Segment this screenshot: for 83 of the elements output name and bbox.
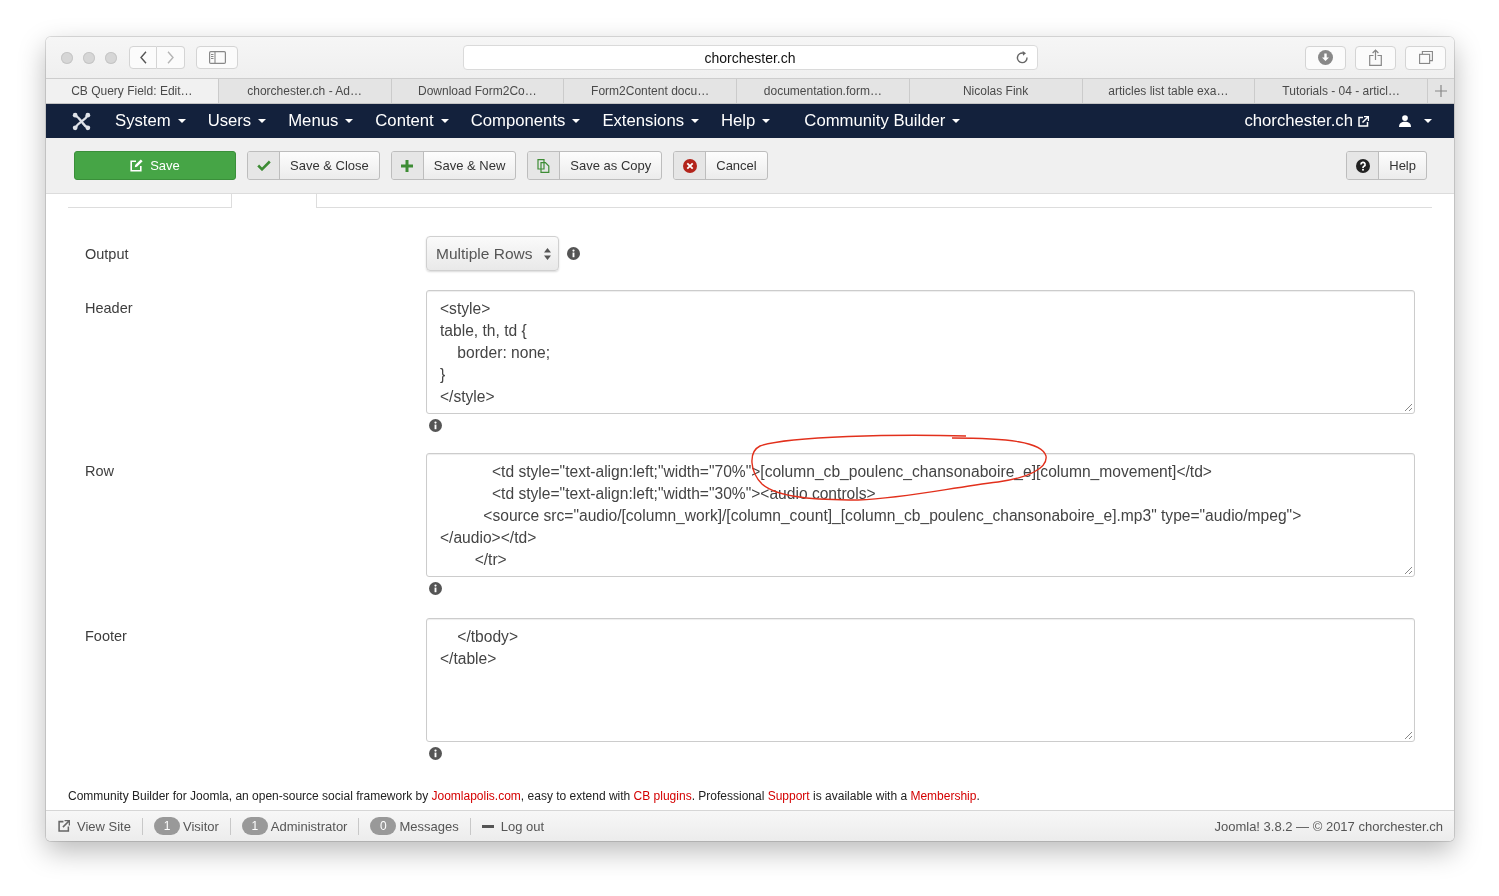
menu-item[interactable]: System — [104, 104, 197, 138]
edit-icon — [130, 159, 144, 172]
browser-tab[interactable]: articles list table exa… — [1082, 79, 1256, 103]
help-icon — [1355, 158, 1370, 173]
count-badge: 0 — [370, 817, 397, 835]
info-icon[interactable] — [429, 419, 442, 432]
caret-icon — [572, 119, 581, 123]
overlapping-squares-icon — [1418, 51, 1433, 64]
caret-icon — [952, 119, 961, 123]
menu-item[interactable]: Help — [710, 104, 782, 138]
version-text: Joomla! 3.8.2 — © 2017 chorchester.ch — [1214, 818, 1443, 834]
sidebar-icon — [208, 51, 226, 64]
external-link-icon — [1358, 115, 1369, 127]
field-label: Output — [84, 245, 130, 262]
field-label: Row — [84, 462, 115, 481]
dropdown-select[interactable]: Multiple Rows — [426, 236, 559, 271]
save-copy-button[interactable]: Save as Copy — [527, 151, 663, 180]
save-close-button[interactable]: Save & Close — [247, 151, 380, 180]
credits-text: Community Builder for Joomla, an open-source social framework by Joomlapolis.com, easy to extend with CB plugins. Professional Support is available with a Membership. — [68, 788, 981, 804]
back-button[interactable] — [129, 46, 157, 69]
check-icon — [256, 160, 271, 171]
share-icon — [1369, 49, 1382, 66]
resize-grip-icon[interactable] — [1404, 566, 1412, 574]
view-site-link[interactable]: View Site — [58, 818, 131, 834]
download-icon — [1318, 50, 1333, 65]
cancel-button[interactable]: Cancel — [673, 151, 768, 180]
caret-icon — [345, 119, 354, 123]
resize-grip-icon[interactable] — [1404, 403, 1412, 411]
download-button[interactable] — [1305, 45, 1346, 70]
count-badge: 1 — [241, 817, 268, 835]
save-new-button[interactable]: Save & New — [390, 151, 517, 180]
status-link[interactable]: Messages — [399, 818, 459, 834]
resize-grip-icon[interactable] — [1404, 731, 1412, 739]
info-icon[interactable] — [429, 582, 442, 595]
plus-icon — [1435, 85, 1447, 97]
caret-icon — [258, 119, 267, 123]
reload-icon[interactable] — [1015, 51, 1029, 65]
site-link[interactable]: chorchester.ch — [1244, 111, 1369, 131]
menu-item[interactable]: Extensions — [591, 104, 711, 138]
share-button[interactable] — [1355, 45, 1396, 70]
status-link[interactable]: Visitor — [182, 818, 219, 834]
caret-icon — [1424, 119, 1432, 123]
external-link-icon — [58, 820, 70, 832]
credits-link[interactable]: CB plugins — [633, 789, 692, 803]
count-badge: 1 — [153, 817, 180, 835]
logout-link[interactable]: Log out — [481, 818, 545, 834]
browser-tab[interactable]: Form2Content docu… — [564, 79, 737, 103]
info-icon[interactable] — [567, 247, 580, 260]
status-link[interactable]: Administrator — [270, 818, 348, 834]
caret-icon — [440, 119, 449, 123]
plus-icon — [401, 159, 414, 172]
caret-icon — [177, 119, 186, 123]
browser-tab[interactable]: Nicolas Fink — [909, 79, 1083, 103]
menu-item[interactable]: Content — [364, 104, 460, 138]
menu-item[interactable]: Community Builder — [793, 104, 972, 138]
code-textarea[interactable]: </tbody> </table> — [426, 618, 1415, 742]
field-label: Footer — [84, 627, 128, 646]
minus-icon — [481, 824, 494, 828]
browser-tab[interactable]: chorchester.ch - Ad… — [218, 79, 392, 103]
field-label: Header — [84, 299, 134, 318]
caret-icon — [762, 119, 771, 123]
code-textarea[interactable]: <style> table, th, td { border: none; } </style> — [426, 290, 1415, 414]
cancel-icon — [682, 158, 697, 173]
caret-icon — [691, 119, 700, 123]
chevron-right-icon — [167, 51, 174, 64]
browser-tab[interactable]: Download Form2Co… — [391, 79, 565, 103]
address-field[interactable]: chorchester.ch — [462, 45, 1038, 70]
browser-tab[interactable]: CB Query Field: Edit… — [46, 79, 219, 103]
show-tabs-button[interactable] — [1405, 45, 1446, 70]
copy-icon — [537, 158, 551, 173]
help-button[interactable]: Help — [1346, 151, 1427, 180]
up-down-arrows-icon — [544, 247, 551, 260]
menu-item[interactable]: Users — [196, 104, 278, 138]
menu-item[interactable]: Components — [459, 104, 592, 138]
logo-icon[interactable] — [72, 111, 91, 131]
user-icon — [1399, 115, 1411, 127]
menu-item[interactable]: Menus — [277, 104, 365, 138]
browser-tab[interactable]: documentation.form… — [737, 79, 910, 103]
info-icon[interactable] — [429, 747, 442, 760]
credits-link[interactable]: Support — [767, 789, 810, 803]
sidebar-button[interactable] — [196, 46, 238, 69]
credits-link[interactable]: Joomlapolis.com — [431, 789, 521, 803]
chevron-left-icon — [139, 51, 147, 64]
